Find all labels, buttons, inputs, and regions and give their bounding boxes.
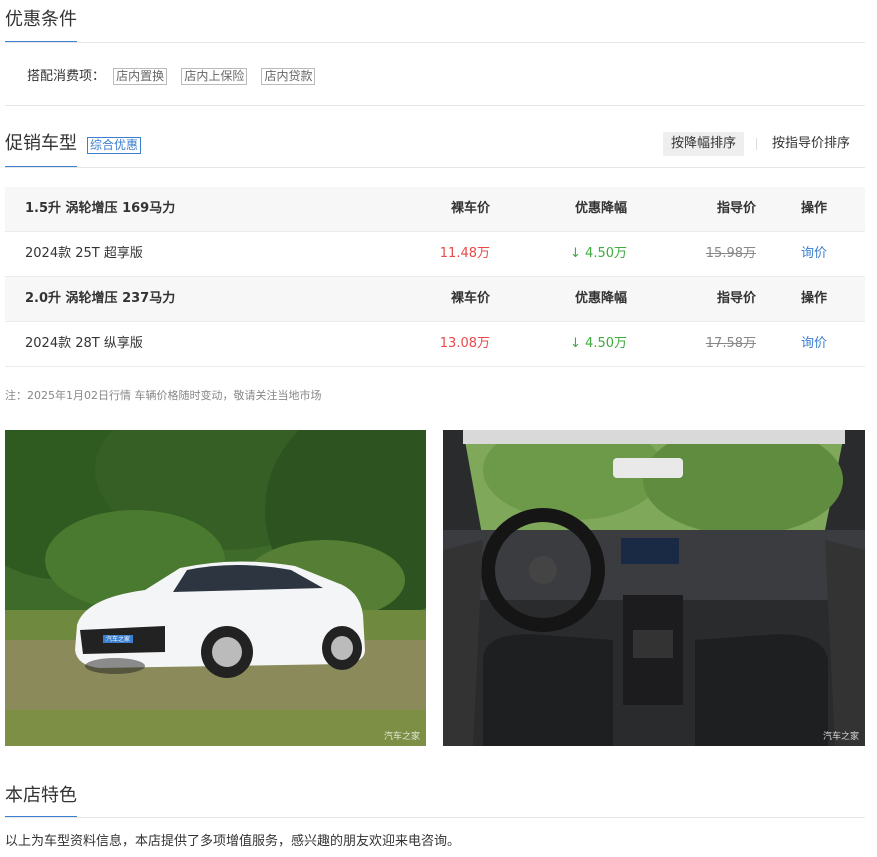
interior-photo-illustration [443,430,865,746]
table-header-row: 2.0升 涡轮增压 237马力 裸车价 优惠降幅 指导价 操作 [5,277,865,322]
features-text: 以上为车型资料信息，本店提供了多项增值服务，感兴趣的朋友欢迎来电咨询。 [5,834,461,849]
col-header-price: 裸车价 [450,291,490,306]
divider [5,817,865,818]
col-header-price: 裸车价 [450,201,490,216]
sort-by-discount-button[interactable]: 按降幅排序 [663,132,745,156]
license-plate: 汽车之家 [106,635,130,643]
col-header-discount: 优惠降幅 [574,291,627,306]
col-header-guide: 指导价 [716,291,756,306]
exterior-photo-illustration: 汽车之家 [5,430,426,746]
inquire-link[interactable]: 询价 [801,232,827,276]
exterior-photo[interactable]: 汽车之家 汽车之家 [5,430,426,746]
discount-value: ↓ 4.50万 [570,246,627,261]
sort-separator [756,138,757,150]
watermark: 汽车之家 [822,732,859,742]
engine-label: 2.0升 涡轮增压 237马力 [25,291,176,306]
dealer-page: 优惠条件 搭配消费项： 店内置换 店内上保险 店内贷款 促销车型 综合优惠 按降… [0,0,877,857]
divider [5,167,865,168]
down-arrow-icon: ↓ [570,336,581,351]
model-name: 2024款 28T 纵享版 [25,336,143,351]
tag-loan: 店内贷款 [261,68,316,85]
promo-title: 促销车型 [5,133,77,154]
tag-trade-in: 店内置换 [113,68,168,85]
guide-price: 17.58万 [705,336,756,351]
sort-by-guide-price-button[interactable]: 按指导价排序 [764,132,858,156]
inquire-link[interactable]: 询价 [801,322,827,366]
divider [5,105,865,106]
down-arrow-icon: ↓ [570,246,581,261]
offer-title: 优惠条件 [5,9,77,30]
offer-label: 搭配消费项： [27,69,106,84]
col-header-guide: 指导价 [716,201,756,216]
col-header-discount: 优惠降幅 [574,201,627,216]
bare-price: 13.08万 [439,336,490,351]
col-header-op: 操作 [800,291,827,306]
model-name: 2024款 25T 超享版 [25,246,143,261]
discount-value: ↓ 4.50万 [570,336,627,351]
table-header-row: 1.5升 涡轮增压 169马力 裸车价 优惠降幅 指导价 操作 [5,187,865,232]
table-row: 2024款 28T 纵享版 13.08万 ↓ 4.50万 17.58万 询价 [5,322,865,367]
promo-table: 1.5升 涡轮增压 169马力 裸车价 优惠降幅 指导价 操作 2024款 25… [5,187,865,367]
divider [5,42,865,43]
price-note: 注：2025年1月02日行情 车辆价格随时变动，敬请关注当地市场 [5,389,322,402]
tag-insurance: 店内上保险 [181,68,248,85]
bare-price: 11.48万 [439,246,490,261]
interior-photo[interactable]: 汽车之家 [443,430,865,746]
col-header-op: 操作 [800,201,827,216]
features-title: 本店特色 [5,785,77,806]
offer-row: 搭配消费项： 店内置换 店内上保险 店内贷款 [27,65,325,85]
table-row: 2024款 25T 超享版 11.48万 ↓ 4.50万 15.98万 询价 [5,232,865,277]
watermark: 汽车之家 [383,732,420,742]
promo-badge: 综合优惠 [87,137,142,154]
guide-price: 15.98万 [705,246,756,261]
engine-label: 1.5升 涡轮增压 169马力 [25,201,176,216]
